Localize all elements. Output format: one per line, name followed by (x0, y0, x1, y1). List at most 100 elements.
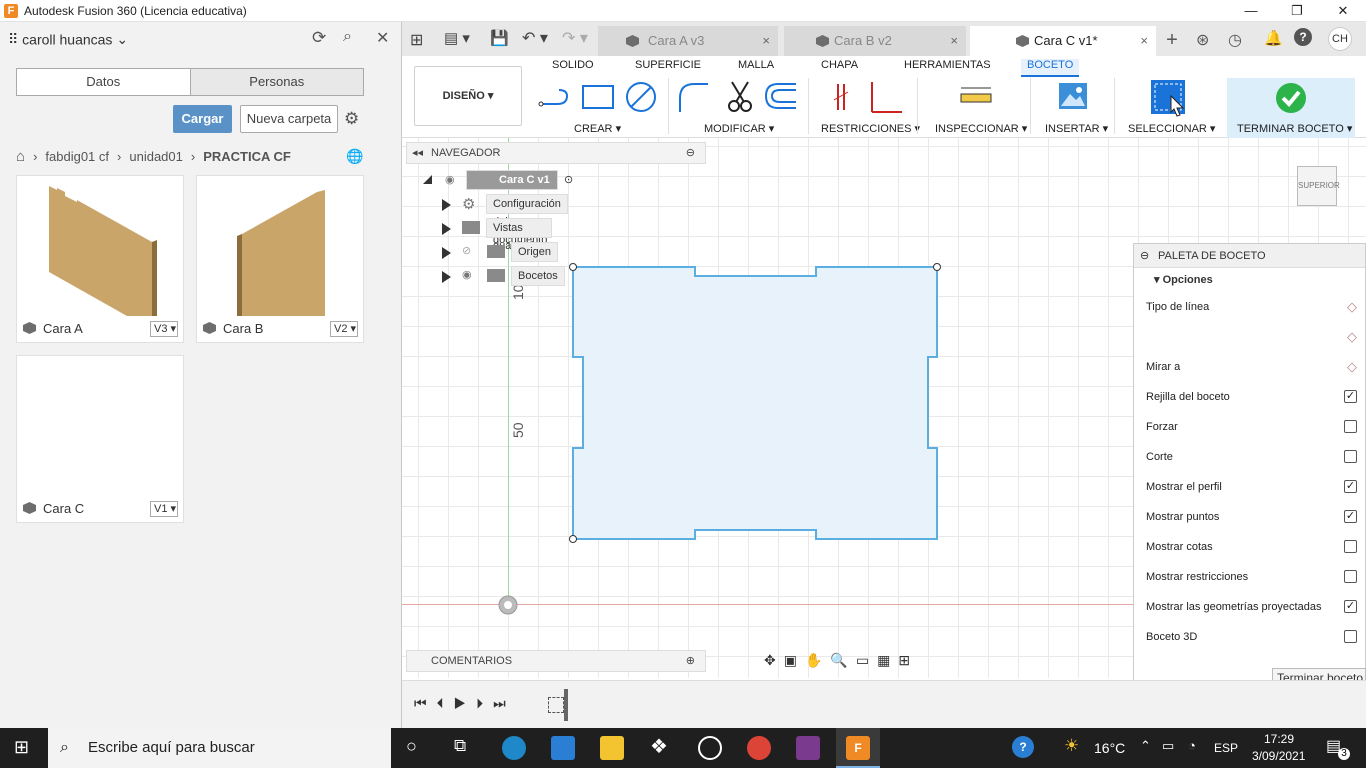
modify-tools-icons[interactable] (678, 80, 808, 116)
palette-option-row[interactable]: ◇ (1134, 322, 1365, 352)
palette-option-row[interactable]: Forzar (1134, 412, 1365, 442)
pan-icon[interactable]: ✋ (805, 652, 830, 668)
notifications-icon[interactable]: 🔔 (1264, 29, 1283, 47)
edge-icon[interactable] (502, 736, 526, 760)
windows-start-icon[interactable]: ⊞ (14, 737, 29, 758)
job-status-icon[interactable]: ◷ (1228, 30, 1242, 50)
group-insertar[interactable]: INSERTAR ▾ (1045, 122, 1108, 135)
battery-icon[interactable]: ▭ (1162, 738, 1174, 754)
step-back-icon[interactable]: ⏴ (437, 695, 454, 711)
palette-option-row[interactable]: Mostrar cotas (1134, 532, 1365, 562)
workspace-switcher[interactable]: DISEÑO ▾ (414, 66, 522, 126)
palette-option-row[interactable]: Mostrar las geometrías proyectadas ✓ (1134, 592, 1365, 622)
search-icon[interactable]: ⌕ (343, 28, 352, 46)
temperature[interactable]: 16°C (1094, 740, 1125, 756)
palette-option-row[interactable]: Corte (1134, 442, 1365, 472)
tab-cara-a[interactable]: Cara A v3 × (598, 26, 778, 56)
tab-boceto[interactable]: BOCETO (1021, 59, 1080, 77)
look-at-icon[interactable]: ◇ (1347, 352, 1357, 382)
extensions-icon[interactable]: ⊛ (1196, 30, 1209, 50)
go-to-start-icon[interactable]: ⏮ (414, 695, 437, 711)
tab-datos[interactable]: Datos (17, 69, 190, 95)
dropbox-icon[interactable]: ❖ (650, 734, 668, 759)
expand-toggle[interactable] (423, 175, 432, 184)
palette-option-row[interactable]: Mostrar el perfil ✓ (1134, 472, 1365, 502)
undo-icon[interactable]: ↶ ▾ (522, 28, 548, 48)
option-checkbox[interactable]: ✓ (1344, 600, 1357, 613)
finish-sketch-check-icon[interactable] (1275, 82, 1307, 114)
breadcrumb-item[interactable]: fabdig01 cf (45, 149, 109, 164)
version-select[interactable]: V2 ▾ (330, 321, 358, 337)
group-terminar-boceto[interactable]: TERMINAR BOCETO ▾ (1237, 122, 1352, 135)
option-checkbox[interactable]: ✓ (1344, 390, 1357, 403)
step-forward-icon[interactable]: ⏵ (476, 695, 493, 711)
eye-icon[interactable]: ◉ (445, 173, 455, 186)
version-select[interactable]: V3 ▾ (150, 321, 178, 337)
language-indicator[interactable]: ESP (1214, 741, 1238, 755)
option-checkbox[interactable] (1344, 630, 1357, 643)
new-folder-button[interactable]: Nueva carpeta (240, 105, 338, 133)
plus-circle-icon[interactable]: ⊕ (686, 654, 695, 667)
redo-icon[interactable]: ↷ ▾ (562, 28, 588, 48)
view-cube[interactable]: SUPERIOR (1297, 166, 1340, 206)
timeline-marker[interactable] (564, 689, 568, 721)
tree-item-saved-views[interactable]: Vistas guardadas (486, 218, 552, 252)
play-icon[interactable]: ▶ (454, 695, 477, 711)
group-restricciones[interactable]: RESTRICCIONES ▾ (821, 122, 920, 135)
close-tab-icon[interactable]: × (762, 26, 770, 56)
zoom-icon[interactable]: 🔍 (830, 652, 855, 668)
tree-item-sketches[interactable]: Bocetos (511, 266, 565, 286)
tree-root[interactable]: Cara C v1 (466, 170, 558, 190)
file-card-cara-a[interactable]: Cara A V3 ▾ (16, 175, 184, 343)
cortana-icon[interactable]: ○ (406, 736, 417, 757)
tab-solido[interactable]: SOLIDO (552, 59, 594, 71)
taskbar-search[interactable]: ⌕ Escribe aquí para buscar (48, 728, 391, 768)
tree-item-origin[interactable]: Origen (511, 242, 559, 262)
palette-header[interactable]: ⊖ PALETA DE BOCETO (1134, 244, 1365, 268)
expand-toggle[interactable] (442, 247, 451, 259)
group-inspeccionar[interactable]: INSPECCIONAR ▾ (935, 122, 1027, 135)
option-checkbox[interactable] (1344, 570, 1357, 583)
version-select[interactable]: V1 ▾ (150, 501, 178, 517)
grid-settings-icon[interactable]: ▦ (877, 652, 898, 668)
tab-cara-c[interactable]: Cara C v1* × (970, 26, 1156, 56)
minus-circle-icon[interactable]: ⊖ (1140, 244, 1149, 268)
save-icon[interactable]: 💾 (490, 29, 509, 47)
option-checkbox[interactable] (1344, 540, 1357, 553)
file-explorer-icon[interactable] (600, 736, 624, 760)
file-card-cara-c[interactable]: Cara C V1 ▾ (16, 355, 184, 523)
construction-icon[interactable]: ◇ (1347, 322, 1357, 352)
expand-toggle[interactable] (442, 223, 451, 235)
navigator-header[interactable]: ◂◂ NAVEGADOR ⊖ (406, 142, 706, 164)
comments-header[interactable]: COMENTARIOS ⊕ (406, 650, 706, 672)
orbit-icon[interactable]: ✥ (764, 652, 784, 668)
palette-option-row[interactable]: Boceto 3D (1134, 622, 1365, 652)
file-card-cara-b[interactable]: Cara B V2 ▾ (196, 175, 364, 343)
option-checkbox[interactable] (1344, 420, 1357, 433)
look-at-icon[interactable]: ▣ (784, 652, 805, 668)
option-checkbox[interactable] (1344, 450, 1357, 463)
task-view-icon[interactable]: ⧉ (454, 736, 466, 756)
viewports-icon[interactable]: ⊞ (898, 652, 918, 668)
upload-button[interactable]: Cargar (173, 105, 232, 133)
tree-item-document-settings[interactable]: Configuración del documento (486, 194, 568, 246)
group-seleccionar[interactable]: SELECCIONAR ▾ (1128, 122, 1215, 135)
close-tab-icon[interactable]: × (1140, 26, 1148, 56)
palette-option-row[interactable]: Mostrar restricciones (1134, 562, 1365, 592)
eye-icon[interactable]: ◉ (462, 268, 472, 281)
fusion-taskbar-button[interactable]: F (836, 728, 880, 768)
sketch-feature-icon[interactable] (548, 697, 564, 713)
file-menu-icon[interactable]: ▤ ▾ (444, 29, 470, 47)
help-icon[interactable]: ? (1294, 28, 1312, 46)
help-icon[interactable]: ? (1012, 736, 1034, 758)
group-crear[interactable]: CREAR ▾ (574, 122, 621, 135)
data-panel-grid-icon[interactable]: ⊞ (410, 30, 423, 50)
minus-circle-icon[interactable]: ⊖ (686, 146, 695, 159)
activate-radio-icon[interactable]: ⊙ (564, 173, 573, 186)
linetype-icon[interactable]: ◇ (1347, 292, 1357, 322)
breadcrumb-item[interactable]: unidad01 (129, 149, 183, 164)
chrome-icon[interactable] (747, 736, 771, 760)
clock-time[interactable]: 17:29 (1264, 732, 1294, 746)
collapse-icon[interactable]: ◂◂ (412, 146, 423, 159)
mail-icon[interactable] (551, 736, 575, 760)
